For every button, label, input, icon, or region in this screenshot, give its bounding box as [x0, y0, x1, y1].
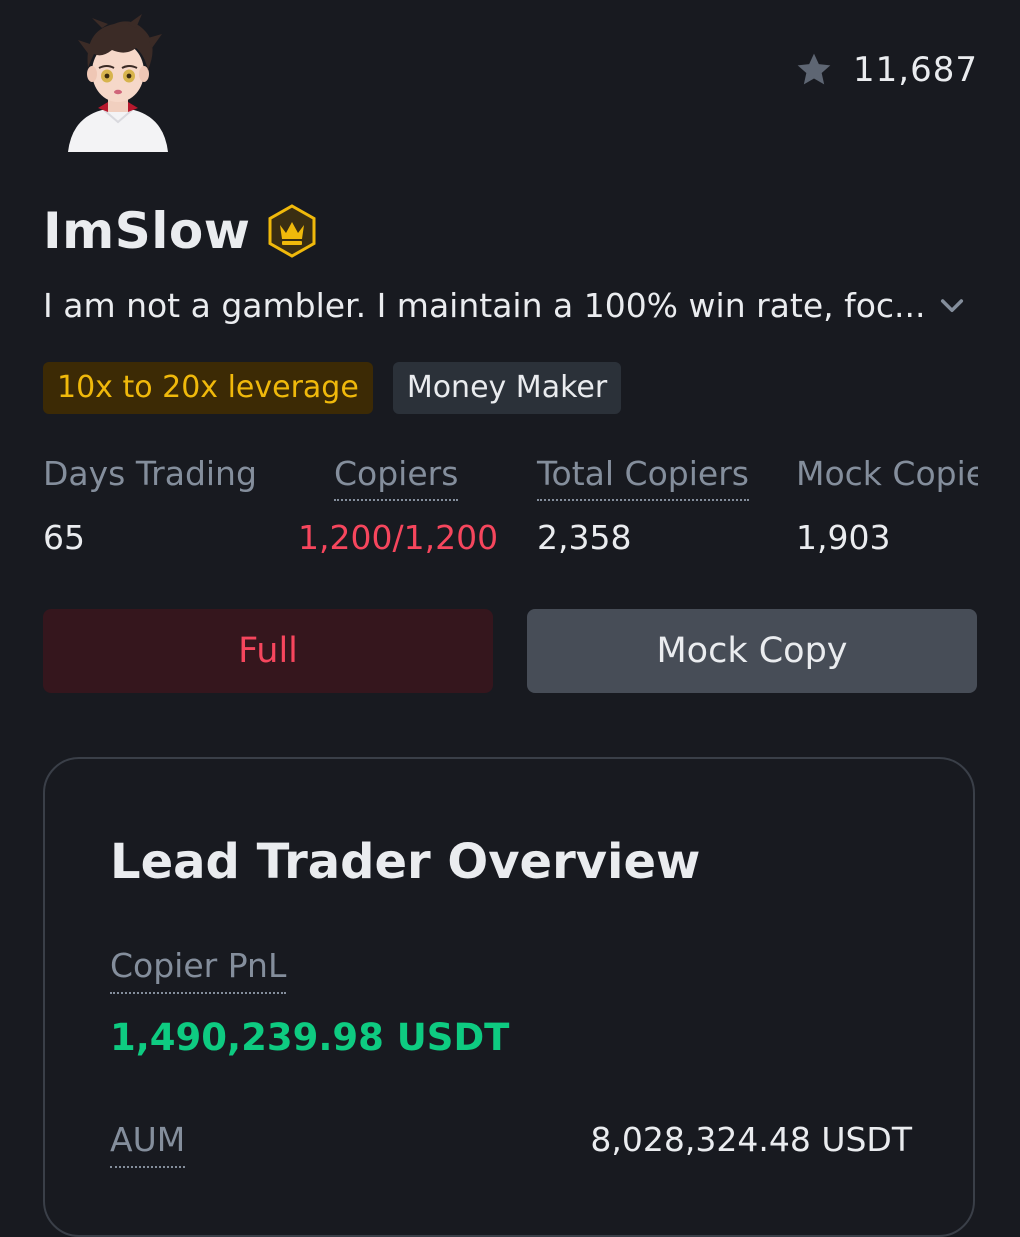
- full-button[interactable]: Full: [43, 609, 493, 693]
- stat-value-days-trading: 65: [43, 518, 85, 557]
- tag-money-maker: Money Maker: [392, 362, 622, 414]
- stat-label-mock-copiers: Mock Copiers: [796, 454, 978, 493]
- bio-row[interactable]: I am not a gambler. I maintain a 100% wi…: [43, 276, 978, 334]
- copier-pnl-value: 1,490,239.98 USDT: [110, 1016, 510, 1059]
- crown-badge-icon[interactable]: [264, 203, 320, 259]
- trader-bio: I am not a gambler. I maintain a 100% wi…: [43, 285, 926, 325]
- trader-tags: 10x to 20x leverage Money Maker: [43, 362, 622, 414]
- chevron-down-icon[interactable]: [936, 289, 978, 321]
- copier-pnl-label[interactable]: Copier PnL: [110, 944, 287, 994]
- stat-value-mock-copiers: 1,903: [796, 518, 891, 557]
- aum-value: 8,028,324.48 USDT: [590, 1120, 912, 1159]
- avatar[interactable]: [62, 10, 174, 152]
- favorite-toggle[interactable]: 11,687: [793, 50, 978, 90]
- star-icon[interactable]: [793, 50, 835, 90]
- stat-value-copiers: 1,200/1,200: [298, 518, 499, 557]
- trader-name-row: ImSlow: [43, 196, 320, 266]
- aum-label[interactable]: AUM: [110, 1118, 186, 1168]
- stats-row: Days Trading 65 Copiers 1,200/1,200 Tota…: [0, 440, 978, 580]
- trader-name: ImSlow: [43, 202, 251, 260]
- mock-copy-button[interactable]: Mock Copy: [527, 609, 977, 693]
- stat-label-copiers[interactable]: Copiers: [334, 452, 459, 501]
- overview-title: Lead Trader Overview: [110, 834, 701, 890]
- tag-leverage: 10x to 20x leverage: [43, 362, 373, 414]
- stat-value-total-copiers: 2,358: [537, 518, 632, 557]
- stat-label-total-copiers[interactable]: Total Copiers: [537, 452, 749, 501]
- favorites-count: 11,687: [853, 50, 978, 90]
- stat-label-days-trading: Days Trading: [43, 454, 257, 493]
